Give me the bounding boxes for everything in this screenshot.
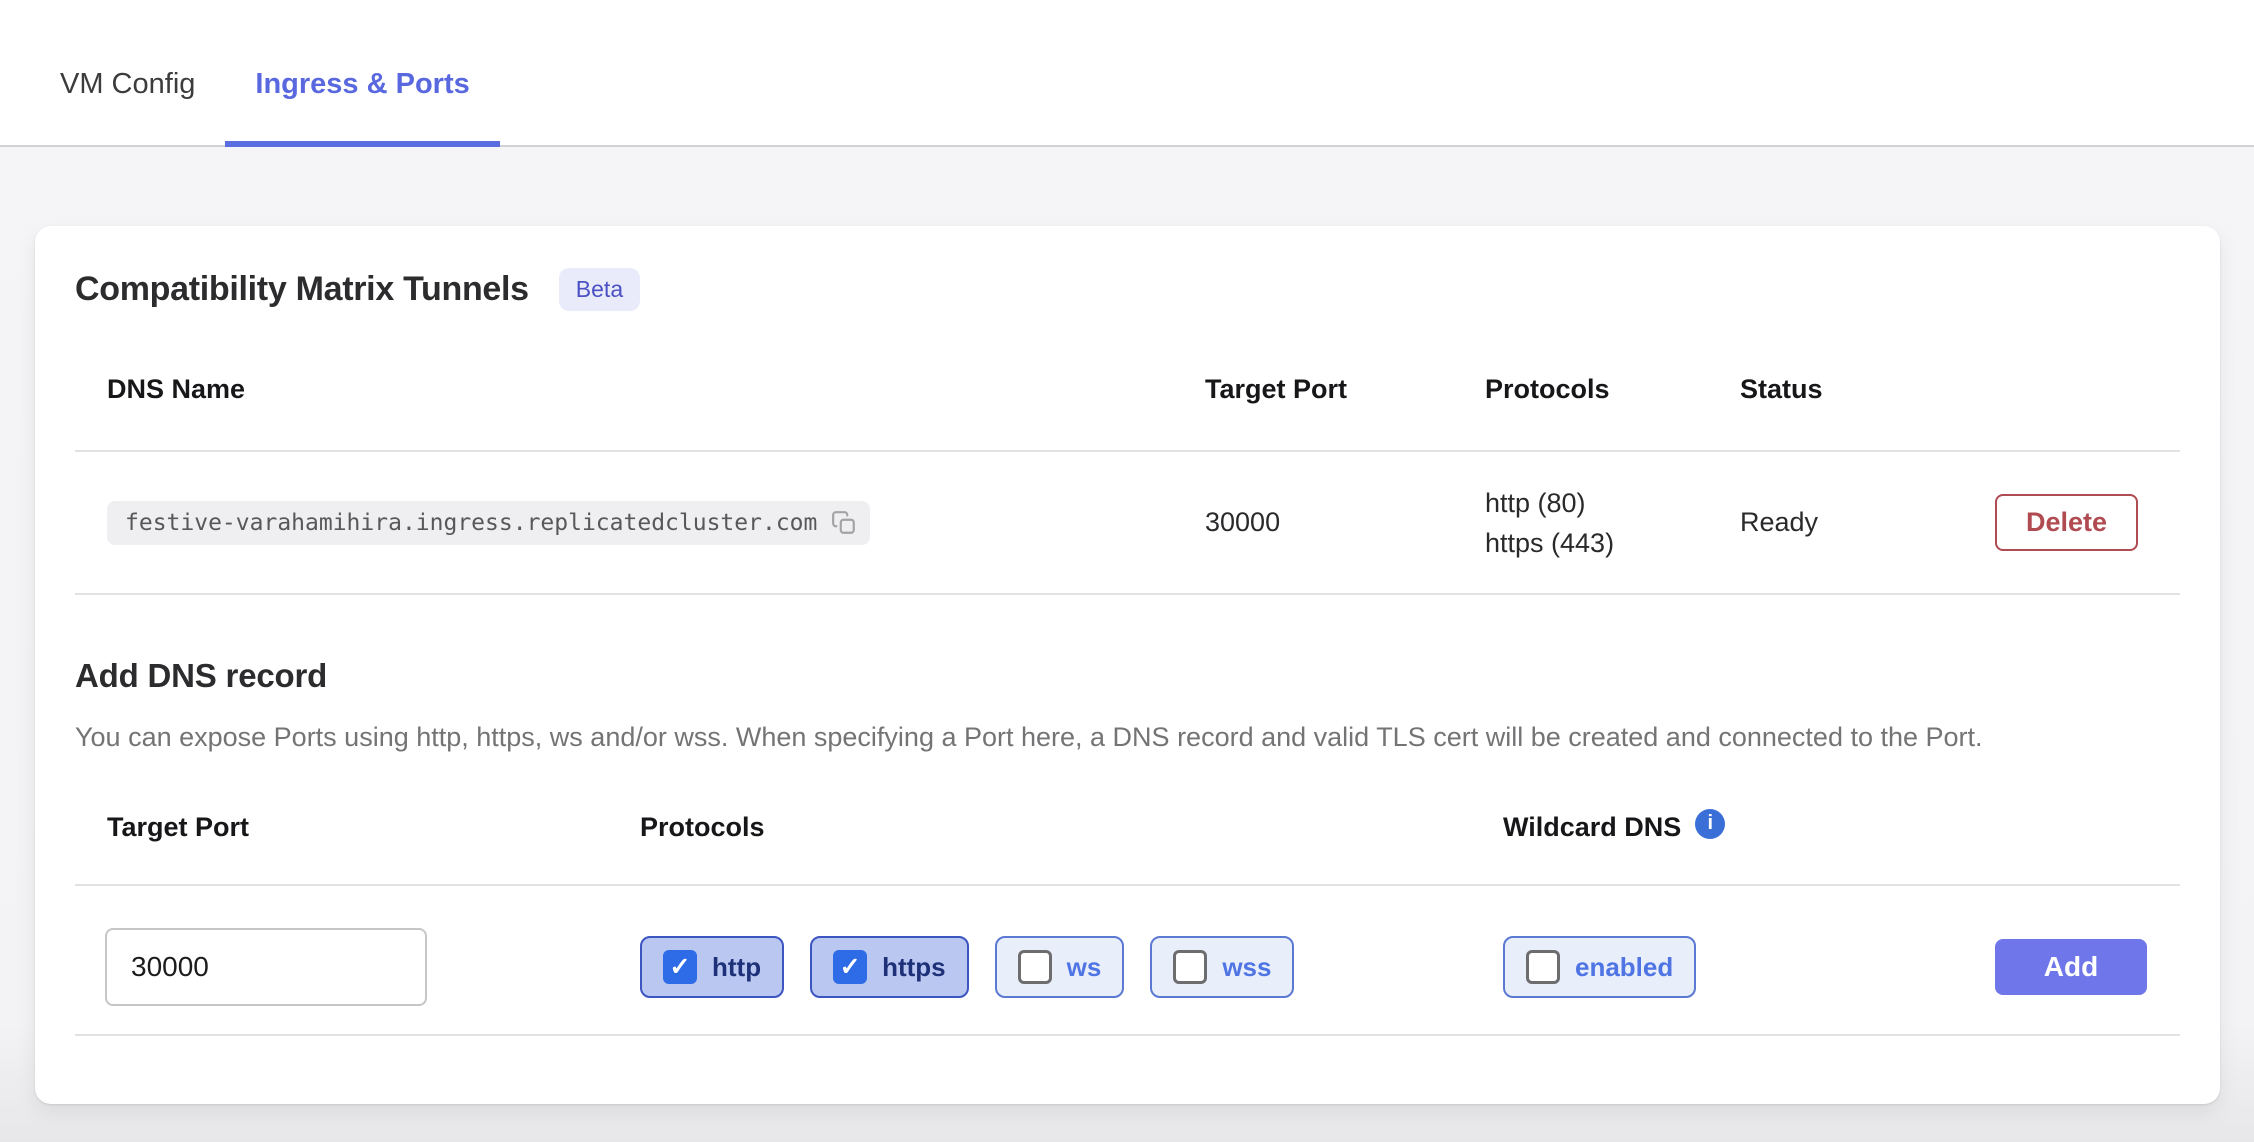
http-checkbox[interactable] xyxy=(663,950,697,984)
row-protocol-http: http (80) xyxy=(1485,483,1740,523)
wss-chip-label: wss xyxy=(1222,952,1271,983)
page-content: Compatibility Matrix Tunnels Beta DNS Na… xyxy=(0,147,2254,1142)
form-label-protocols: Protocols xyxy=(640,812,1503,843)
add-dns-form-row: http https ws wss enabled xyxy=(75,886,2180,1036)
tab-vm-config[interactable]: VM Config xyxy=(30,68,225,145)
protocol-chip-wss[interactable]: wss xyxy=(1150,936,1294,998)
tunnels-table-header: DNS Name Target Port Protocols Status xyxy=(75,311,2180,452)
col-header-status: Status xyxy=(1740,374,1995,405)
dns-name-value: festive-varahamihira.ingress.replicatedc… xyxy=(125,510,817,536)
card-title: Compatibility Matrix Tunnels xyxy=(75,270,529,309)
card-title-row: Compatibility Matrix Tunnels Beta xyxy=(75,268,2180,311)
row-protocols: http (80) https (443) xyxy=(1485,483,1740,563)
info-icon[interactable] xyxy=(1695,809,1725,839)
wildcard-enabled-chip[interactable]: enabled xyxy=(1503,936,1696,998)
add-dns-record-title: Add DNS record xyxy=(75,657,2180,695)
wss-checkbox[interactable] xyxy=(1173,950,1207,984)
https-checkbox[interactable] xyxy=(833,950,867,984)
table-row: festive-varahamihira.ingress.replicatedc… xyxy=(75,452,2180,595)
add-button[interactable]: Add xyxy=(1995,939,2147,995)
add-dns-record-description: You can expose Ports using http, https, … xyxy=(75,717,2155,757)
wildcard-enabled-checkbox[interactable] xyxy=(1526,950,1560,984)
col-header-dns-name: DNS Name xyxy=(75,374,1205,405)
http-chip-label: http xyxy=(712,952,761,983)
target-port-input[interactable] xyxy=(105,928,427,1006)
tab-bar: VM Config Ingress & Ports xyxy=(0,0,2254,147)
beta-badge: Beta xyxy=(559,268,640,311)
ws-checkbox[interactable] xyxy=(1018,950,1052,984)
tunnels-card: Compatibility Matrix Tunnels Beta DNS Na… xyxy=(35,226,2220,1104)
copy-icon[interactable] xyxy=(831,510,857,536)
col-header-target-port: Target Port xyxy=(1205,374,1485,405)
tab-ingress-ports[interactable]: Ingress & Ports xyxy=(225,68,499,145)
protocol-chip-https[interactable]: https xyxy=(810,936,969,998)
delete-button[interactable]: Delete xyxy=(1995,494,2138,551)
wildcard-enabled-label: enabled xyxy=(1575,952,1673,983)
ws-chip-label: ws xyxy=(1067,952,1102,983)
form-label-wildcard-dns: Wildcard DNS xyxy=(1503,812,1681,843)
protocol-chips: http https ws wss xyxy=(640,936,1503,998)
col-header-protocols: Protocols xyxy=(1485,374,1740,405)
row-target-port: 30000 xyxy=(1205,507,1485,538)
protocol-chip-ws[interactable]: ws xyxy=(995,936,1125,998)
protocol-chip-http[interactable]: http xyxy=(640,936,784,998)
https-chip-label: https xyxy=(882,952,946,983)
add-dns-form-header: Target Port Protocols Wildcard DNS xyxy=(75,757,2180,886)
form-label-target-port: Target Port xyxy=(75,812,640,843)
row-protocol-https: https (443) xyxy=(1485,523,1740,563)
row-status: Ready xyxy=(1740,507,1995,538)
dns-name-pill[interactable]: festive-varahamihira.ingress.replicatedc… xyxy=(107,501,870,545)
